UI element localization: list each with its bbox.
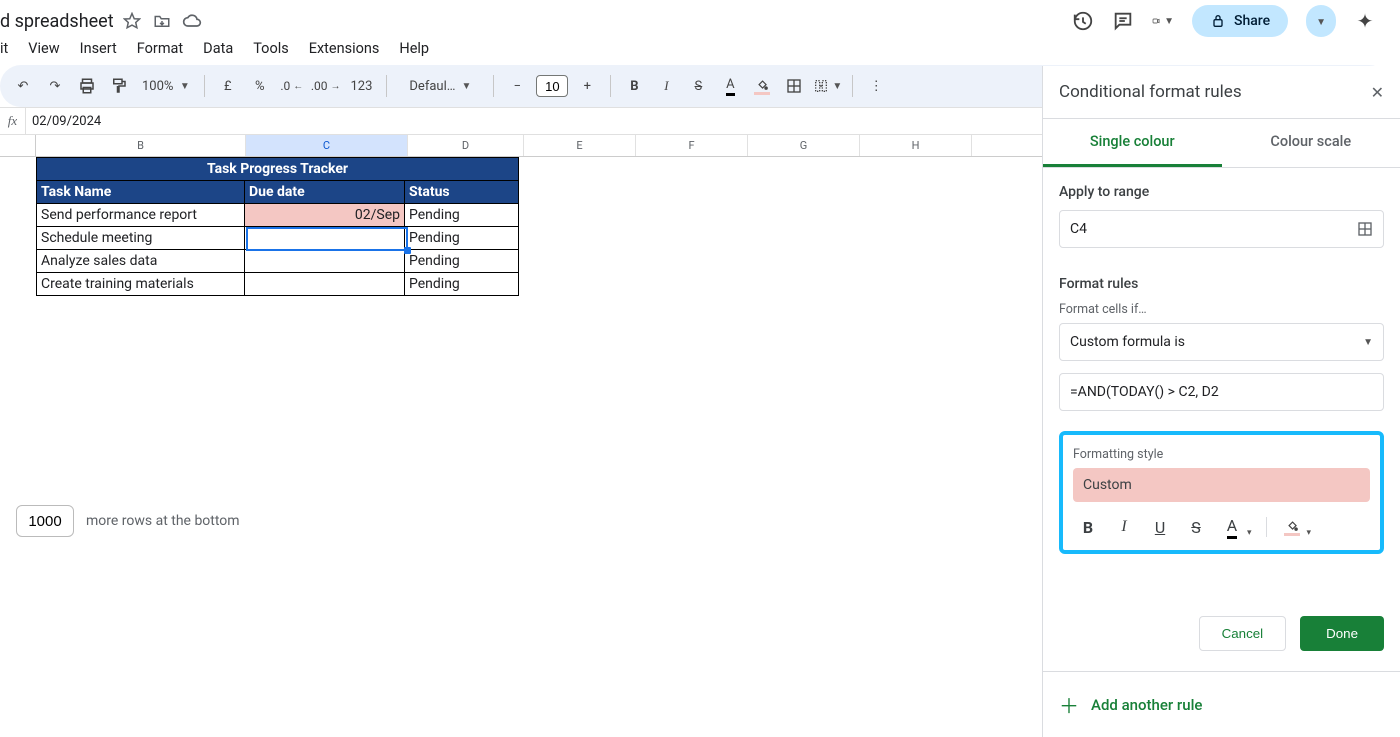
close-icon[interactable]: ✕ xyxy=(1371,83,1384,102)
currency-button[interactable]: £ xyxy=(215,72,241,100)
gemini-icon[interactable]: ✦ xyxy=(1354,10,1376,32)
selected-cell: 02/Sep xyxy=(245,204,405,227)
bold-button[interactable]: B xyxy=(621,72,647,100)
share-button[interactable]: Share xyxy=(1192,5,1288,37)
meet-icon[interactable]: ▼ xyxy=(1152,10,1174,32)
cells-if-label: Format cells if… xyxy=(1059,302,1384,317)
add-rows-label: more rows at the bottom xyxy=(86,513,240,529)
more-tools-icon[interactable]: ⋮ xyxy=(863,72,889,100)
redo-icon[interactable]: ↷ xyxy=(42,72,68,100)
increase-decimal-icon[interactable]: .00 → xyxy=(311,72,341,100)
borders-button[interactable] xyxy=(781,72,807,100)
table-row[interactable]: Send performance report 02/Sep Pending xyxy=(37,204,519,227)
font-size-input[interactable] xyxy=(536,75,568,97)
table-row[interactable]: Create training materialsPending xyxy=(37,273,519,296)
menu-view[interactable]: View xyxy=(28,40,59,57)
comments-icon[interactable] xyxy=(1112,10,1134,32)
undo-icon[interactable]: ↶ xyxy=(10,72,36,100)
conditional-format-panel: Conditional format rules ✕ Single colour… xyxy=(1042,66,1400,737)
style-italic[interactable]: I xyxy=(1113,516,1135,538)
col-header-C[interactable]: C xyxy=(246,135,408,156)
header-task: Task Name xyxy=(37,181,245,204)
style-strike[interactable]: S xyxy=(1185,516,1207,538)
col-header-G[interactable]: G xyxy=(748,135,860,156)
formula-input[interactable]: 02/09/2024 xyxy=(26,114,101,129)
formula-input-box[interactable]: =AND(TODAY() > C2, D2 xyxy=(1059,373,1384,411)
menu-format[interactable]: Format xyxy=(137,40,183,57)
decrease-decimal-icon[interactable]: .0 ← xyxy=(279,72,305,100)
header-due: Due date xyxy=(245,181,405,204)
col-header-D[interactable]: D xyxy=(408,135,524,156)
menu-bar: it View Insert Format Data Tools Extensi… xyxy=(0,38,1400,65)
print-icon[interactable] xyxy=(74,72,100,100)
condition-select[interactable]: Custom formula is▼ xyxy=(1059,323,1384,361)
plus-icon: ＋ xyxy=(1059,690,1079,719)
percent-button[interactable]: % xyxy=(247,72,273,100)
header-status: Status xyxy=(405,181,519,204)
done-button[interactable]: Done xyxy=(1300,616,1384,651)
style-bold[interactable]: B xyxy=(1077,516,1099,538)
italic-button[interactable]: I xyxy=(653,72,679,100)
style-text-color[interactable]: A xyxy=(1221,516,1243,538)
cancel-button[interactable]: Cancel xyxy=(1199,616,1287,651)
share-dropdown[interactable]: ▼ xyxy=(1306,5,1336,37)
menu-help[interactable]: Help xyxy=(399,40,429,57)
font-select[interactable]: Defaul…▼ xyxy=(397,72,483,100)
style-preview[interactable]: Custom xyxy=(1073,468,1370,502)
star-icon[interactable] xyxy=(122,11,142,31)
number-format-button[interactable]: 123 xyxy=(346,72,376,100)
tab-colour-scale[interactable]: Colour scale xyxy=(1222,119,1400,167)
select-range-icon[interactable] xyxy=(1357,221,1373,237)
panel-title: Conditional format rules xyxy=(1059,82,1242,102)
menu-insert[interactable]: Insert xyxy=(80,40,117,57)
task-tracker-table[interactable]: Task Progress Tracker Task Name Due date… xyxy=(36,157,519,296)
style-underline[interactable]: U xyxy=(1149,516,1171,538)
strike-button[interactable]: S xyxy=(685,72,711,100)
col-header-B[interactable]: B xyxy=(36,135,246,156)
formatting-style-section: Formatting style Custom B I U S A▾ ▾ xyxy=(1059,431,1384,554)
tracker-title: Task Progress Tracker xyxy=(37,158,519,181)
menu-data[interactable]: Data xyxy=(203,40,233,57)
style-label: Formatting style xyxy=(1073,447,1370,462)
style-fill-color[interactable] xyxy=(1281,516,1303,538)
apply-range-label: Apply to range xyxy=(1059,184,1384,200)
doc-title[interactable]: d spreadsheet xyxy=(0,11,114,32)
paint-format-icon[interactable] xyxy=(106,72,132,100)
range-input[interactable]: C4 xyxy=(1059,210,1384,248)
font-size-decrease[interactable]: − xyxy=(504,72,530,100)
col-header-H[interactable]: H xyxy=(860,135,972,156)
cloud-status-icon[interactable] xyxy=(182,11,202,31)
fx-icon[interactable]: fx xyxy=(0,108,26,134)
move-icon[interactable] xyxy=(152,11,172,31)
tab-single-colour[interactable]: Single colour xyxy=(1043,119,1222,167)
format-rules-label: Format rules xyxy=(1059,276,1384,292)
merge-button[interactable]: ▼ xyxy=(813,72,842,100)
col-header-F[interactable]: F xyxy=(636,135,748,156)
table-row[interactable]: Schedule meetingPending xyxy=(37,227,519,250)
menu-edit[interactable]: it xyxy=(0,40,8,57)
table-row[interactable]: Analyze sales dataPending xyxy=(37,250,519,273)
col-header-E[interactable]: E xyxy=(524,135,636,156)
add-rule-button[interactable]: ＋ Add another rule xyxy=(1043,672,1400,737)
fill-color-button[interactable] xyxy=(749,72,775,100)
add-rows: more rows at the bottom xyxy=(16,505,240,537)
add-rows-input[interactable] xyxy=(16,505,74,537)
title-bar: d spreadsheet ▼ Share ▼ ✦ xyxy=(0,0,1400,38)
text-color-button[interactable]: A xyxy=(717,72,743,100)
menu-extensions[interactable]: Extensions xyxy=(309,40,380,57)
menu-tools[interactable]: Tools xyxy=(253,40,289,57)
history-icon[interactable] xyxy=(1072,10,1094,32)
zoom-select[interactable]: 100% ▼ xyxy=(138,72,194,100)
font-size-increase[interactable]: + xyxy=(574,72,600,100)
